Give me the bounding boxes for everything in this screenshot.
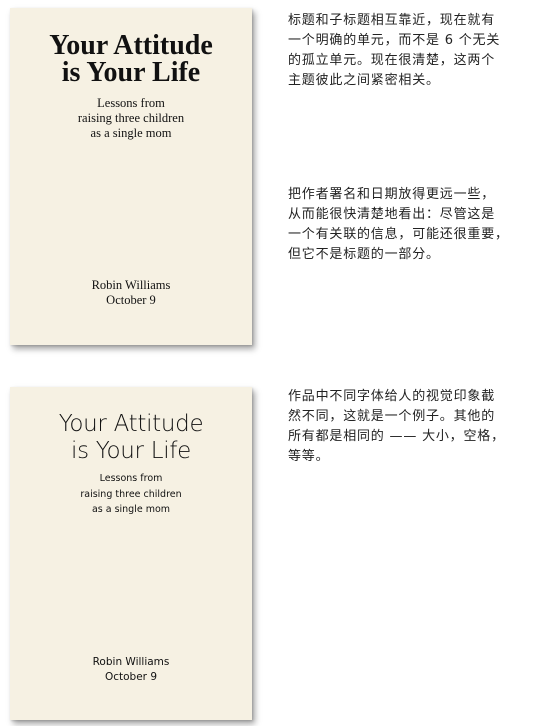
- annotation-line: 但它不是标题的一部分。: [288, 247, 440, 262]
- card-subtitle: Lessons from raising three children as a…: [10, 96, 252, 141]
- annotation-line: 一个明确的单元，而不是 6 个无关: [288, 33, 501, 48]
- subtitle-line: Lessons from: [97, 96, 165, 110]
- annotation-line: 的孤立单元。现在很清楚，这两个: [288, 53, 496, 68]
- serif-title-card: Your Attitude is Your Life Lessons from …: [10, 8, 252, 345]
- annotation-line: 所有都是相同的 —— 大小，空格，: [288, 429, 505, 444]
- sans-title-card: Your Attitude is Your Life Lessons from …: [10, 387, 252, 720]
- annotation-line: 主题彼此之间紧密相关。: [288, 73, 440, 88]
- annotation-paragraph: 作品中不同字体给人的视觉印象截 然不同，这就是一个例子。其他的 所有都是相同的 …: [288, 387, 532, 467]
- title-line: Your Attitude: [49, 30, 213, 61]
- title-line: Your Attitude: [58, 411, 204, 437]
- subtitle-line: as a single mom: [91, 504, 171, 515]
- annotation-paragraph: 标题和子标题相互靠近，现在就有 一个明确的单元，而不是 6 个无关 的孤立单元。…: [288, 11, 532, 91]
- annotation-line: 一个有关联的信息，可能还很重要，: [288, 227, 509, 242]
- subtitle-line: raising three children: [77, 111, 185, 125]
- card-title: Your Attitude is Your Life: [10, 30, 252, 88]
- title-line: is Your Life: [61, 57, 201, 88]
- annotation-line: 从而能很快清楚地看出：尽管这是: [288, 207, 496, 222]
- annotation-line: 等等。: [288, 449, 330, 464]
- subtitle-line: raising three children: [80, 488, 182, 500]
- author-name: Robin Williams: [92, 656, 170, 668]
- annotation-paragraph: 把作者署名和日期放得更远一些， 从而能很快清楚地看出：尽管这是 一个有关联的信息…: [288, 185, 532, 265]
- title-line: is Your Life: [71, 438, 191, 464]
- card-byline: Robin Williams October 9: [10, 655, 252, 685]
- date: October 9: [106, 293, 156, 307]
- annotation-line: 然不同，这就是一个例子。其他的: [288, 409, 496, 424]
- annotation-line: 把作者署名和日期放得更远一些，: [288, 187, 496, 202]
- card-byline: Robin Williams October 9: [10, 278, 252, 308]
- card-title: Your Attitude is Your Life: [10, 411, 252, 465]
- card-subtitle: Lessons from raising three children as a…: [10, 471, 252, 518]
- subtitle-line: as a single mom: [90, 126, 172, 140]
- subtitle-line: Lessons from: [99, 473, 163, 484]
- date: October 9: [104, 671, 158, 683]
- annotation-line: 作品中不同字体给人的视觉印象截: [288, 389, 496, 404]
- author-name: Robin Williams: [91, 278, 171, 292]
- annotation-line: 标题和子标题相互靠近，现在就有: [288, 13, 496, 28]
